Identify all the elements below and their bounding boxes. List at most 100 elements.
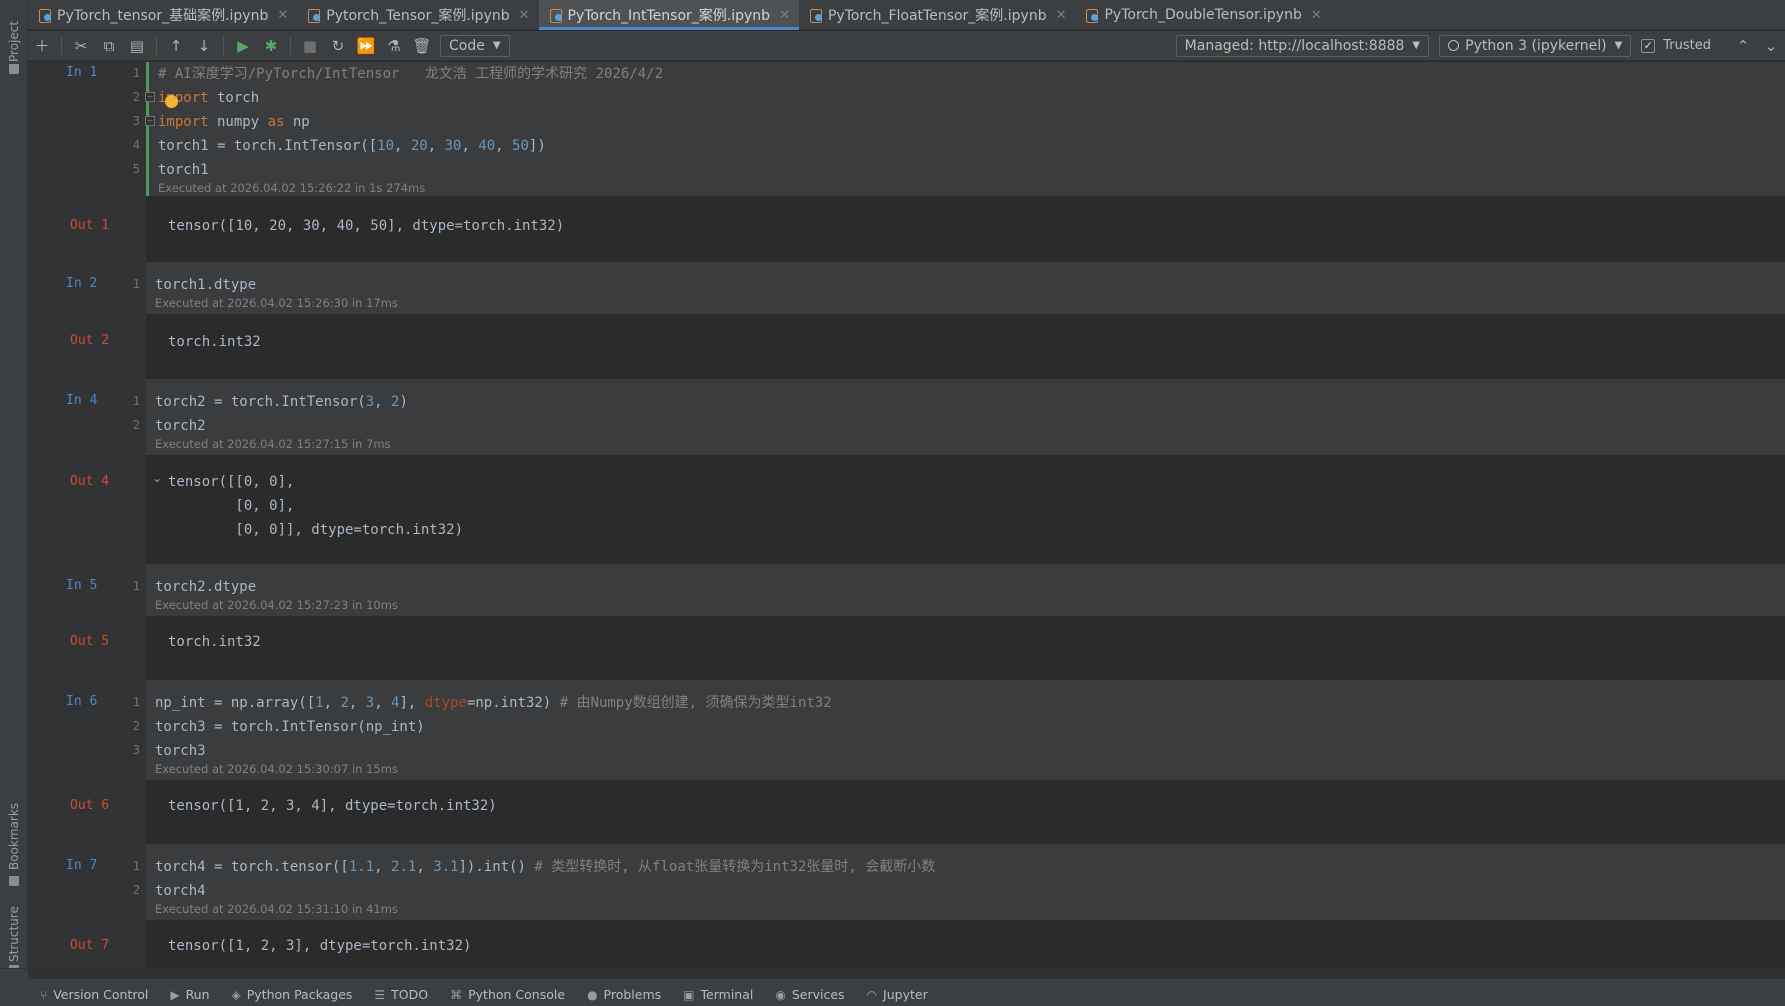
cell-type-select[interactable]: Code ▼ — [440, 34, 510, 57]
todo-tab[interactable]: ☰ TODO — [374, 987, 428, 1002]
execution-info: Executed at 2026.04.02 15:31:10 in 41ms — [155, 902, 398, 916]
execution-info: Executed at 2026.04.02 15:27:15 in 7ms — [155, 437, 391, 451]
code-line: torch2.dtype — [155, 579, 257, 595]
close-icon[interactable]: ✕ — [1056, 8, 1067, 23]
left-tool-strip: Project Bookmarks Structure — [0, 0, 28, 1006]
cell-output: [0, 0]], dtype=torch.int32) — [168, 522, 464, 538]
code-cell[interactable]: torch4 = torch.tensor([1.1, 2.1, 3.1]).i… — [146, 844, 1785, 920]
tab-tensor-basic[interactable]: PyTorch_tensor_基础案例.ipynb ✕ — [28, 0, 297, 30]
cell-out-prompt: Out 6 — [70, 798, 110, 813]
cell-out-prompt: Out 1 — [70, 218, 110, 233]
kernel-status-icon — [1448, 40, 1460, 51]
cell-output: tensor([1, 2, 3, 4], dtype=torch.int32) — [168, 798, 497, 814]
run-all-button[interactable]: ⏩ — [352, 33, 380, 59]
clear-outputs-button[interactable]: ⚗ — [380, 33, 408, 59]
project-tab-label: Project — [7, 20, 21, 62]
cell-output: [0, 0], — [168, 498, 295, 514]
code-line: torch1.dtype — [155, 277, 257, 293]
tab-label: PyTorch_DoubleTensor.ipynb — [1104, 7, 1302, 23]
fold-icon[interactable]: − — [145, 92, 155, 102]
fold-icon[interactable]: − — [145, 116, 155, 126]
cell-output: tensor([[0, 0], — [168, 474, 295, 490]
tab-doubletensor[interactable]: PyTorch_DoubleTensor.ipynb ✕ — [1075, 0, 1330, 30]
line-number: 1 — [132, 859, 140, 873]
cell-out-prompt: Out 5 — [70, 634, 110, 649]
server-value: Managed: http://localhost:8888 — [1184, 37, 1405, 54]
code-line: # AI深度学习/PyTorch/IntTensor 龙文浩 工程师的学术研究 … — [158, 66, 664, 82]
server-select[interactable]: Managed: http://localhost:8888 ▼ — [1175, 34, 1430, 57]
jupyter-tab[interactable]: ◠ Jupyter — [867, 987, 928, 1002]
close-icon[interactable]: ✕ — [277, 8, 288, 23]
cell-type-value: Code — [449, 37, 485, 54]
trusted-toggle[interactable]: ✓ Trusted — [1641, 38, 1711, 53]
run-tab[interactable]: ▶ Run — [170, 987, 209, 1002]
tab-label: Pytorch_Tensor_案例.ipynb — [326, 8, 510, 24]
execution-info: Executed at 2026.04.02 15:30:07 in 15ms — [155, 762, 398, 776]
collapse-output-icon[interactable]: ⌄ — [152, 471, 162, 485]
code-line: torch3 = torch.IntTensor(np_int) — [155, 719, 425, 735]
code-cell[interactable]: torch2.dtype Executed at 2026.04.02 15:2… — [146, 564, 1785, 616]
line-number: 1 — [132, 695, 140, 709]
notebook-editor: ⚠ 1 ✔ 1 In 1 1 2 3 4 5 # AI深度学习/PyTorch/… — [28, 62, 1785, 968]
list-icon: ☰ — [374, 987, 386, 1002]
code-line: torch4 — [155, 883, 206, 899]
paste-cell-button[interactable]: ▤ — [123, 33, 151, 59]
restart-kernel-button[interactable]: ↻ — [324, 33, 352, 59]
services-icon: ◉ — [775, 987, 786, 1002]
version-control-tab[interactable]: ⑂ Version Control — [40, 987, 148, 1002]
line-number: 2 — [132, 883, 140, 897]
line-number: 3 — [132, 114, 140, 128]
tab-inttensor-case[interactable]: PyTorch_IntTensor_案例.ipynb ✕ — [538, 0, 800, 30]
interrupt-kernel-button[interactable]: ■ — [296, 33, 324, 59]
line-number: 1 — [132, 579, 140, 593]
chevron-down-icon: ▼ — [1614, 40, 1623, 51]
lightbulb-icon[interactable] — [165, 95, 178, 108]
divider — [61, 36, 62, 55]
code-line: import numpy as np — [158, 114, 310, 130]
code-cell[interactable]: # AI深度学习/PyTorch/IntTensor 龙文浩 工程师的学术研究 … — [146, 62, 1785, 196]
divider — [290, 36, 291, 55]
code-cell[interactable]: np_int = np.array([1, 2, 3, 4], dtype=np… — [146, 680, 1785, 780]
cut-cell-button[interactable]: ✂ — [67, 33, 95, 59]
services-tab[interactable]: ◉ Services — [775, 987, 844, 1002]
code-cell[interactable]: torch1.dtype Executed at 2026.04.02 15:2… — [146, 262, 1785, 314]
bottom-tool-bar: ⑂ Version Control ▶ Run ◈ Python Packages ☰… — [0, 968, 1785, 1006]
problems-tab[interactable]: ● Problems — [587, 987, 661, 1002]
python-console-tab[interactable]: ⌘ Python Console — [450, 987, 565, 1002]
close-icon[interactable]: ✕ — [779, 8, 790, 23]
project-tool-tab[interactable]: Project — [4, 10, 24, 74]
previous-cell-button[interactable]: ⌃ — [1729, 33, 1757, 59]
trusted-checkbox[interactable]: ✓ — [1641, 38, 1656, 53]
terminal-tab[interactable]: ▣ Terminal — [683, 987, 753, 1002]
structure-tool-tab[interactable]: Structure — [4, 905, 24, 975]
python-icon: ⌘ — [450, 987, 463, 1002]
cell-out-prompt: Out 4 — [70, 474, 110, 489]
chevron-down-icon: ▼ — [1412, 40, 1421, 51]
tab-floattensor-case[interactable]: PyTorch_FloatTensor_案例.ipynb ✕ — [799, 0, 1076, 30]
python-packages-tab[interactable]: ◈ Python Packages — [232, 987, 353, 1002]
notebook-icon — [549, 8, 562, 23]
tab-label: PyTorch_tensor_基础案例.ipynb — [57, 8, 269, 24]
tab-tensor-case[interactable]: Pytorch_Tensor_案例.ipynb ✕ — [297, 0, 538, 30]
next-cell-button[interactable]: ⌄ — [1757, 33, 1785, 59]
move-down-button[interactable]: ↓ — [190, 33, 218, 59]
trusted-label: Trusted — [1663, 38, 1711, 53]
problems-icon: ● — [587, 987, 598, 1002]
delete-cell-button[interactable]: 🗑 — [408, 33, 436, 59]
packages-icon: ◈ — [231, 987, 241, 1002]
code-cell[interactable]: torch2 = torch.IntTensor(3, 2) torch2 Ex… — [146, 379, 1785, 455]
line-number: 2 — [132, 418, 140, 432]
jupyter-icon: ◠ — [866, 987, 878, 1002]
terminal-icon: ▣ — [683, 987, 695, 1002]
run-cell-select-below-button[interactable]: ▶ — [229, 33, 257, 59]
bookmarks-tool-tab[interactable]: Bookmarks — [4, 800, 24, 890]
debug-cell-button[interactable]: ✱ — [257, 33, 285, 59]
kernel-select[interactable]: Python 3 (ipykernel) ▼ — [1439, 34, 1632, 57]
horizontal-scrollbar[interactable] — [28, 969, 1785, 979]
copy-cell-button[interactable]: ⧉ — [95, 33, 123, 59]
add-cell-button[interactable]: ＋ — [28, 33, 56, 59]
close-icon[interactable]: ✕ — [1311, 8, 1322, 23]
line-number: 2 — [132, 719, 140, 733]
close-icon[interactable]: ✕ — [519, 8, 530, 23]
move-up-button[interactable]: ↑ — [162, 33, 190, 59]
